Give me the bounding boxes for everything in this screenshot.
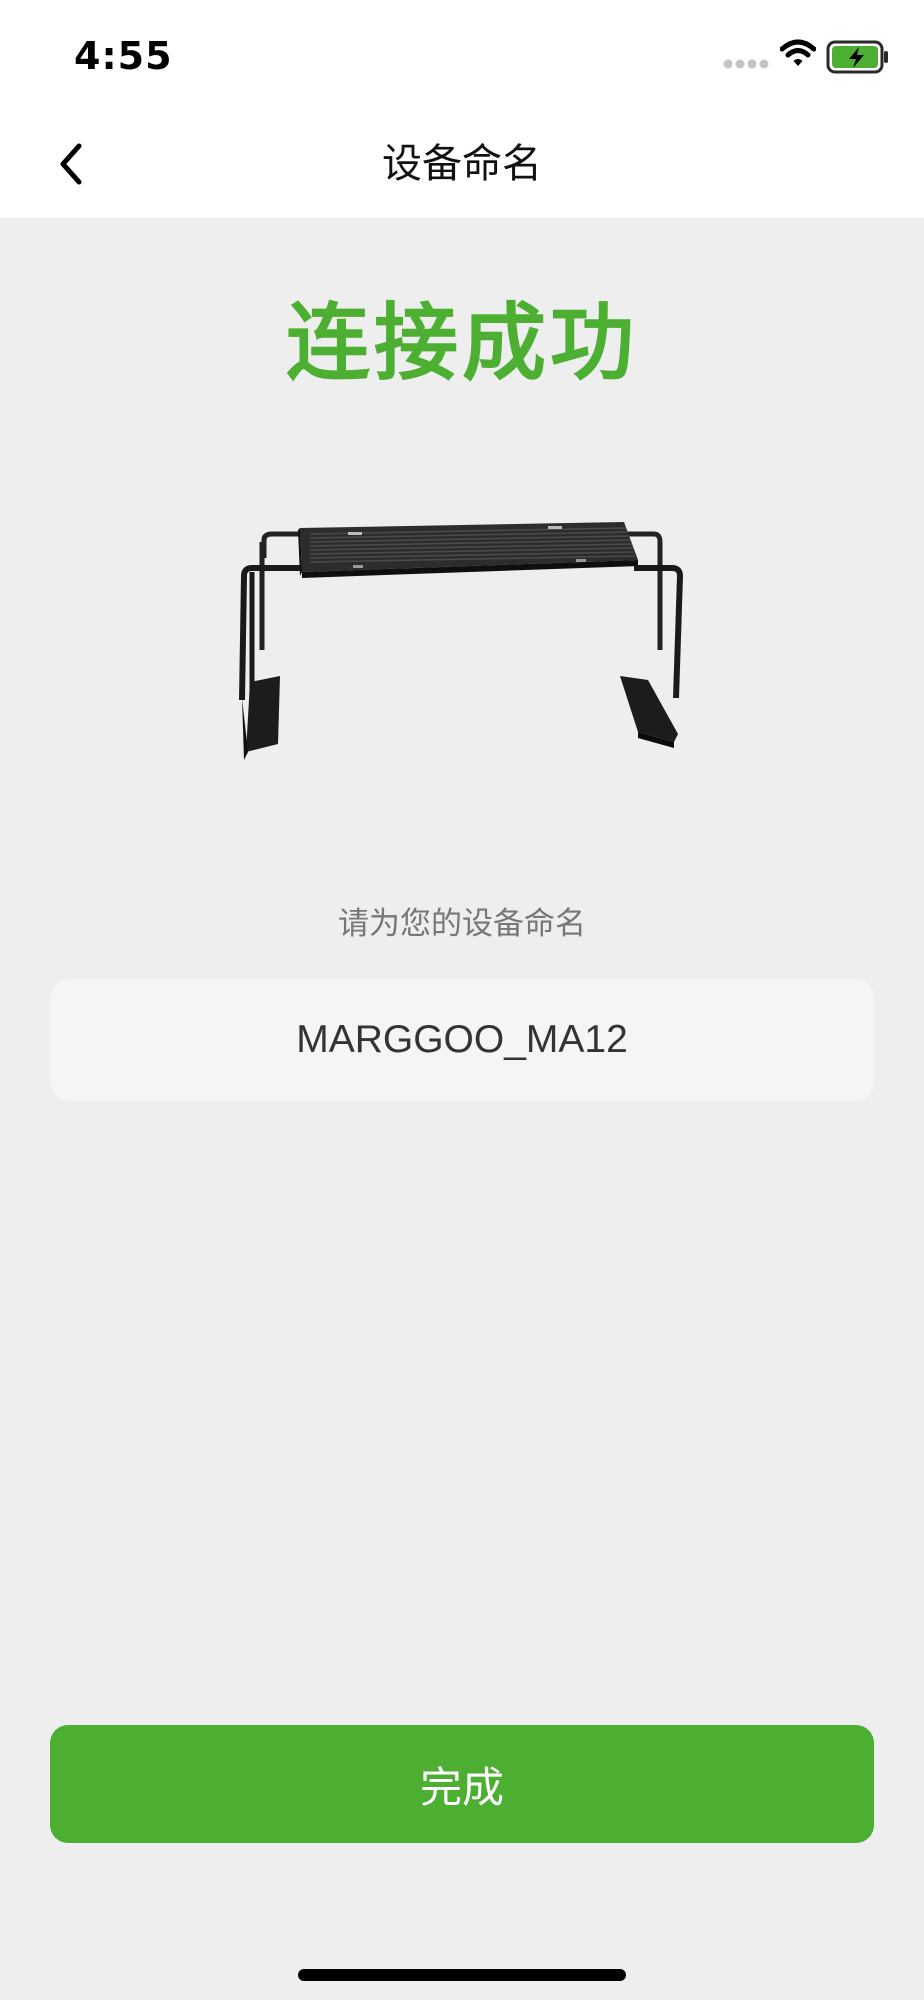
device-name-input[interactable] bbox=[50, 979, 874, 1101]
page-title: 设备命名 bbox=[382, 141, 542, 187]
wifi-icon bbox=[780, 39, 816, 66]
main-content: 连接成功 请为您的设备命名 MARGGOO_MA12 完成 bbox=[0, 218, 924, 2000]
success-title: 连接成功 bbox=[285, 294, 638, 392]
navigation-bar: 设备命名 bbox=[0, 110, 924, 218]
name-prompt: 请为您的设备命名 bbox=[338, 906, 586, 942]
done-button[interactable]: 完成 bbox=[50, 1725, 874, 1843]
chevron-left-icon bbox=[60, 143, 82, 185]
status-bar: 4:55 bbox=[0, 0, 924, 110]
back-button[interactable] bbox=[36, 130, 104, 198]
aquarium-light-image bbox=[239, 522, 684, 760]
battery-charging-icon bbox=[826, 40, 888, 74]
cellular-signal-icon bbox=[723, 59, 769, 69]
home-indicator bbox=[298, 1969, 626, 1981]
status-time: 4:55 bbox=[74, 34, 173, 78]
